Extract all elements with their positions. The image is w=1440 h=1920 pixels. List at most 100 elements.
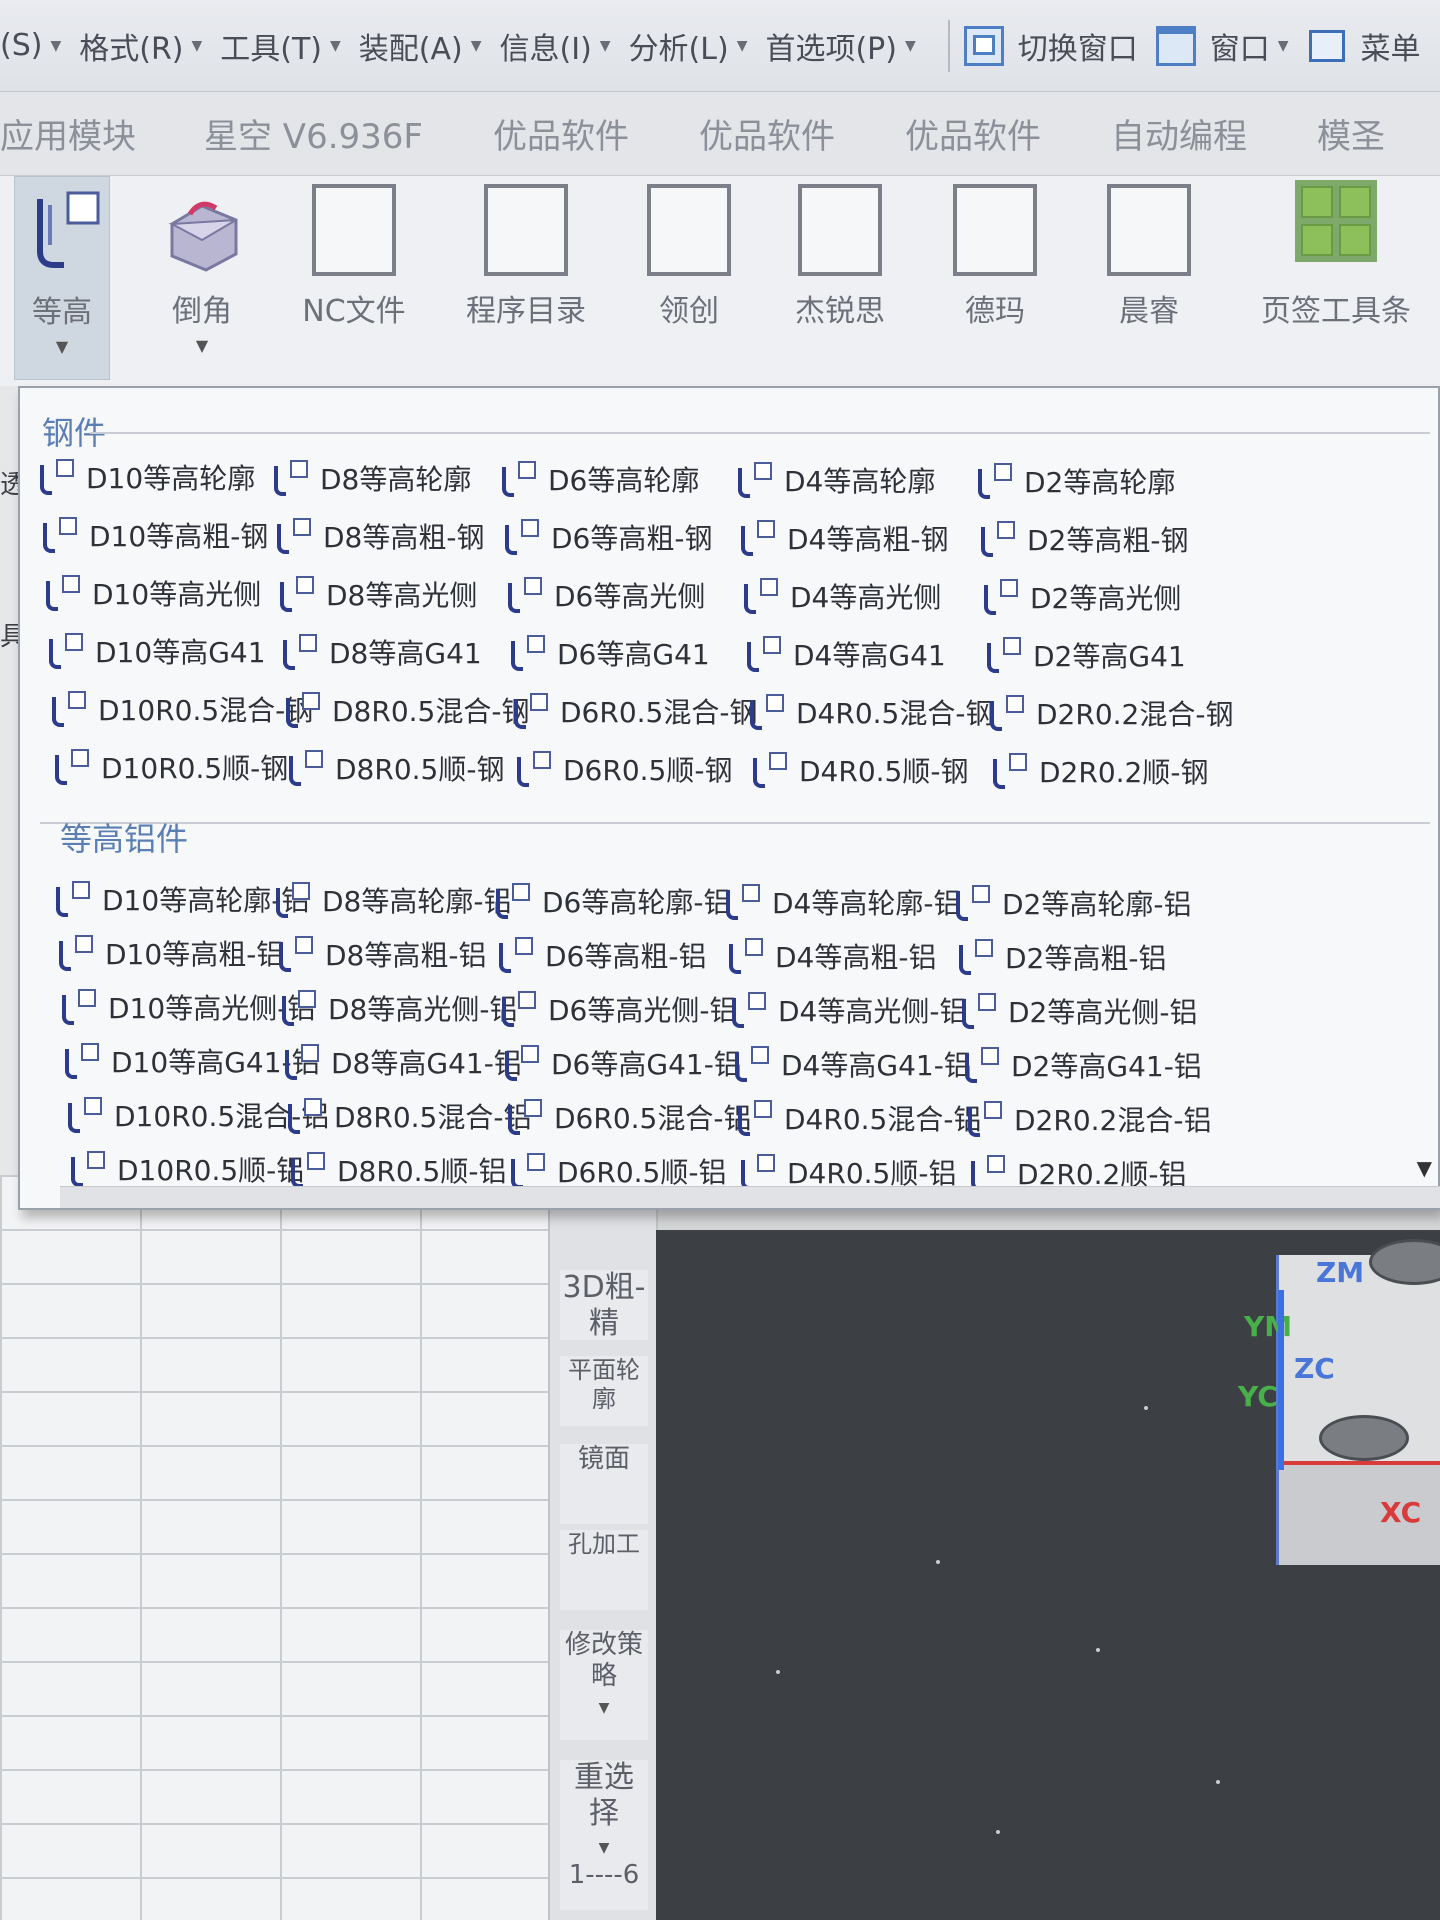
tab-app-modules[interactable]: 应用模块 bbox=[0, 109, 136, 158]
menu-item-assembly[interactable]: 装配(A) ▼ bbox=[359, 24, 482, 68]
menu-item[interactable]: D10等高粗-铝 bbox=[53, 928, 284, 978]
menu-item-label: D2等高光侧 bbox=[1030, 582, 1182, 615]
menu-item[interactable]: D10等高粗-钢 bbox=[37, 510, 268, 560]
menu-item[interactable]: D2等高光侧-铝 bbox=[956, 986, 1197, 1036]
chenrui-icon bbox=[1107, 184, 1191, 276]
x-axis-line bbox=[1279, 1461, 1440, 1465]
menu-item[interactable]: D2等高粗-钢 bbox=[975, 514, 1188, 564]
grid-icon bbox=[1295, 180, 1377, 262]
menu-item-label: D2等高光侧-铝 bbox=[1008, 996, 1198, 1029]
menu-item[interactable]: D4R0.5混合-铝 bbox=[732, 1093, 981, 1143]
hole-feature bbox=[1319, 1415, 1409, 1461]
menu-item[interactable]: D2等高G41-铝 bbox=[959, 1040, 1202, 1090]
menu-item[interactable]: D2等高粗-铝 bbox=[953, 932, 1166, 982]
jieruisi-button[interactable]: 杰锐思 bbox=[784, 176, 896, 380]
menu-item[interactable]: D6等高G41-铝 bbox=[499, 1038, 742, 1088]
menu-item[interactable]: D6等高光侧-铝 bbox=[496, 984, 737, 1034]
menu-item[interactable]: D8等高光侧-铝 bbox=[276, 983, 517, 1033]
menu-item[interactable]: D2R0.2顺-钢 bbox=[987, 746, 1208, 796]
spreadsheet-grid[interactable] bbox=[0, 1175, 560, 1920]
menu-item[interactable]: D4等高粗-铝 bbox=[723, 931, 936, 981]
menu-item[interactable]: D6等高光侧 bbox=[502, 570, 705, 620]
menu-item[interactable]: D10等高光侧 bbox=[40, 568, 261, 618]
mirror-button[interactable]: 镜面 bbox=[560, 1444, 648, 1524]
menu-item[interactable]: D2R0.2混合-铝 bbox=[962, 1094, 1211, 1144]
menu-item[interactable]: D8等高粗-钢 bbox=[271, 511, 484, 561]
lingchuang-button[interactable]: 领创 bbox=[634, 176, 744, 380]
menu-item-label: D6等高轮廓 bbox=[548, 464, 700, 497]
menu-item[interactable]: D8等高G41 bbox=[277, 627, 482, 677]
menu-item[interactable]: D6R0.5混合-铝 bbox=[502, 1092, 751, 1142]
menu-item-label: D4等高轮廓-铝 bbox=[772, 887, 962, 920]
menu-item[interactable]: D4等高粗-钢 bbox=[735, 513, 948, 563]
menu-item[interactable]: D2R0.2混合-钢 bbox=[984, 688, 1233, 738]
menu-item[interactable]: D8R0.5混合-铝 bbox=[282, 1091, 531, 1141]
tab-youpin-2[interactable]: 优品软件 bbox=[699, 109, 835, 158]
menu-item[interactable]: D2等高轮廓-铝 bbox=[950, 878, 1191, 928]
menu-button[interactable]: 菜单 bbox=[1307, 24, 1421, 68]
menu-item[interactable]: D6等高轮廓 bbox=[496, 454, 699, 504]
popup-resize-bar[interactable] bbox=[60, 1186, 1440, 1208]
menu-item[interactable]: D8等高G41-铝 bbox=[279, 1037, 522, 1087]
contour-tool-icon bbox=[50, 877, 96, 921]
menu-item-tools[interactable]: 工具(T) ▼ bbox=[220, 24, 341, 68]
reselect-button[interactable]: 重选择 ▼ bbox=[560, 1760, 648, 1860]
menu-item-analysis[interactable]: 分析(L) ▼ bbox=[629, 24, 748, 68]
program-directory-button[interactable]: 程序目录 bbox=[452, 176, 600, 380]
menu-item[interactable]: D4R0.5混合-钢 bbox=[744, 687, 993, 737]
menu-item[interactable]: D6等高轮廓-铝 bbox=[490, 876, 731, 926]
menu-item[interactable]: D6等高粗-钢 bbox=[499, 512, 712, 562]
planar-contour-button[interactable]: 平面轮廓 bbox=[560, 1356, 648, 1426]
menu-item[interactable]: D4等高轮廓 bbox=[732, 455, 935, 505]
menu-item[interactable]: D10R0.5顺-钢 bbox=[49, 742, 288, 792]
dema-button[interactable]: 德玛 bbox=[940, 176, 1050, 380]
chevron-down-icon: ▼ bbox=[598, 1840, 610, 1856]
menu-item[interactable]: D4等高轮廓-铝 bbox=[720, 877, 961, 927]
menu-item[interactable]: D2等高轮廓 bbox=[972, 456, 1175, 506]
menu-item[interactable]: D4等高G41-铝 bbox=[729, 1039, 972, 1089]
menu-item-format[interactable]: 格式(R) ▼ bbox=[79, 24, 202, 68]
menu-icon bbox=[1307, 26, 1347, 66]
switch-window-button[interactable]: 切换窗口 bbox=[963, 24, 1138, 68]
menu-item[interactable]: D10等高轮廓 bbox=[34, 452, 255, 502]
menu-item[interactable]: D6等高G41 bbox=[505, 628, 710, 678]
range-button[interactable]: 1----6 bbox=[560, 1860, 648, 1910]
menu-item[interactable]: D4R0.5顺-钢 bbox=[747, 745, 968, 795]
menu-item-info[interactable]: 信息(I) ▼ bbox=[500, 24, 611, 68]
modify-strategy-button[interactable]: 修改策略 ▼ bbox=[560, 1630, 648, 1740]
window-menu[interactable]: 窗口 ▼ bbox=[1155, 24, 1289, 68]
menu-item[interactable]: D8等高光侧 bbox=[274, 569, 477, 619]
menu-item[interactable]: D8R0.5混合-钢 bbox=[280, 685, 529, 735]
menu-item[interactable]: D8等高粗-铝 bbox=[273, 929, 486, 979]
tab-youpin-3[interactable]: 优品软件 bbox=[905, 109, 1041, 158]
menu-item[interactable]: D4等高光侧-铝 bbox=[726, 985, 967, 1035]
contour-tool-icon bbox=[280, 688, 326, 732]
3d-rough-finish-button[interactable]: 3D粗-精 bbox=[560, 1270, 648, 1341]
contour-button[interactable]: 等高 ▼ bbox=[14, 176, 110, 380]
menu-item[interactable]: D10等高G41 bbox=[43, 626, 266, 676]
menu-item[interactable]: D6等高粗-铝 bbox=[493, 930, 706, 980]
scroll-down-icon[interactable]: ▼ bbox=[1417, 1156, 1432, 1180]
chamfer-button[interactable]: 倒角 ▼ bbox=[146, 176, 258, 380]
menu-item[interactable]: D4等高光侧 bbox=[738, 571, 941, 621]
menu-item[interactable]: D2等高G41 bbox=[981, 630, 1186, 680]
tab-auto-programming[interactable]: 自动编程 bbox=[1111, 109, 1247, 158]
menu-item[interactable]: D4等高G41 bbox=[741, 629, 946, 679]
menu-item[interactable]: D6R0.5混合-钢 bbox=[508, 686, 757, 736]
menu-item[interactable]: D8等高轮廓 bbox=[268, 453, 471, 503]
menu-item[interactable]: D2等高光侧 bbox=[978, 572, 1181, 622]
nc-file-button[interactable]: NC文件 bbox=[294, 176, 414, 380]
menu-item-preferences[interactable]: 首选项(P) ▼ bbox=[765, 24, 915, 68]
menu-item[interactable]: D6R0.5顺-钢 bbox=[511, 744, 732, 794]
menu-item[interactable]: D8等高轮廓-铝 bbox=[270, 875, 511, 925]
contour-tool-icon bbox=[499, 515, 545, 559]
menu-item[interactable]: D10R0.5混合-钢 bbox=[46, 684, 313, 734]
menu-item-select[interactable]: (S) ▼ bbox=[0, 28, 61, 63]
menu-item[interactable]: D8R0.5顺-钢 bbox=[283, 743, 504, 793]
hole-machining-button[interactable]: 孔加工 bbox=[560, 1530, 648, 1610]
tab-youpin-1[interactable]: 优品软件 bbox=[493, 109, 629, 158]
tab-mosheng[interactable]: 模圣 bbox=[1317, 109, 1385, 158]
tab-xingkong[interactable]: 星空 V6.936F bbox=[204, 109, 423, 158]
tab-toolbar-button[interactable]: 页签工具条 bbox=[1246, 176, 1426, 380]
chenrui-button[interactable]: 晨睿 bbox=[1094, 176, 1204, 380]
